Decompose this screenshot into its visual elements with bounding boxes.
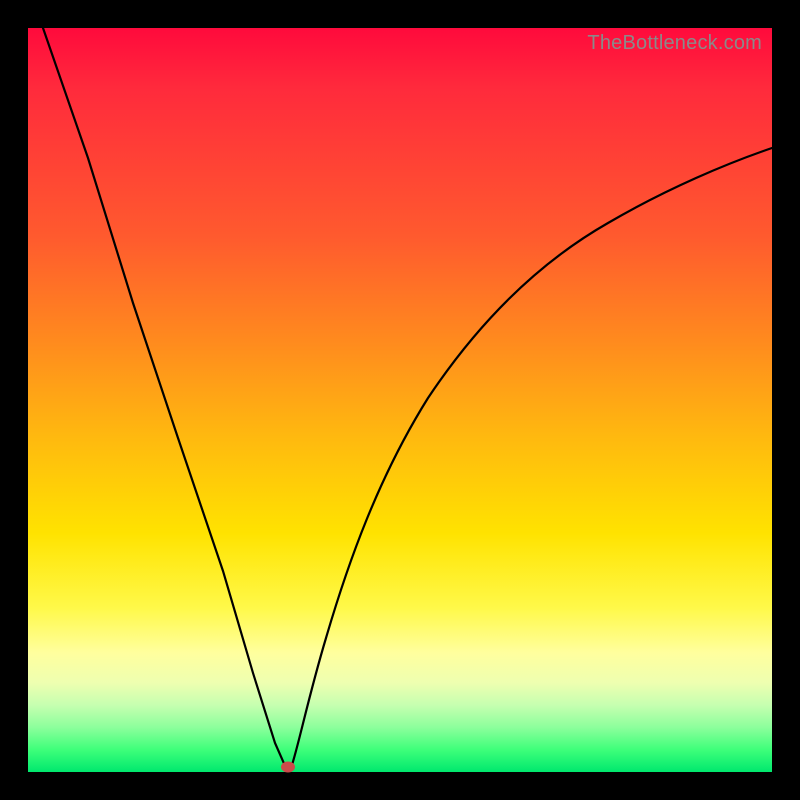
curve-right-branch [291, 148, 772, 768]
plot-area: TheBottleneck.com [28, 28, 772, 772]
trough-marker [281, 762, 295, 773]
curve-layer [28, 28, 772, 772]
curve-left-branch [43, 28, 286, 768]
chart-frame: TheBottleneck.com [0, 0, 800, 800]
